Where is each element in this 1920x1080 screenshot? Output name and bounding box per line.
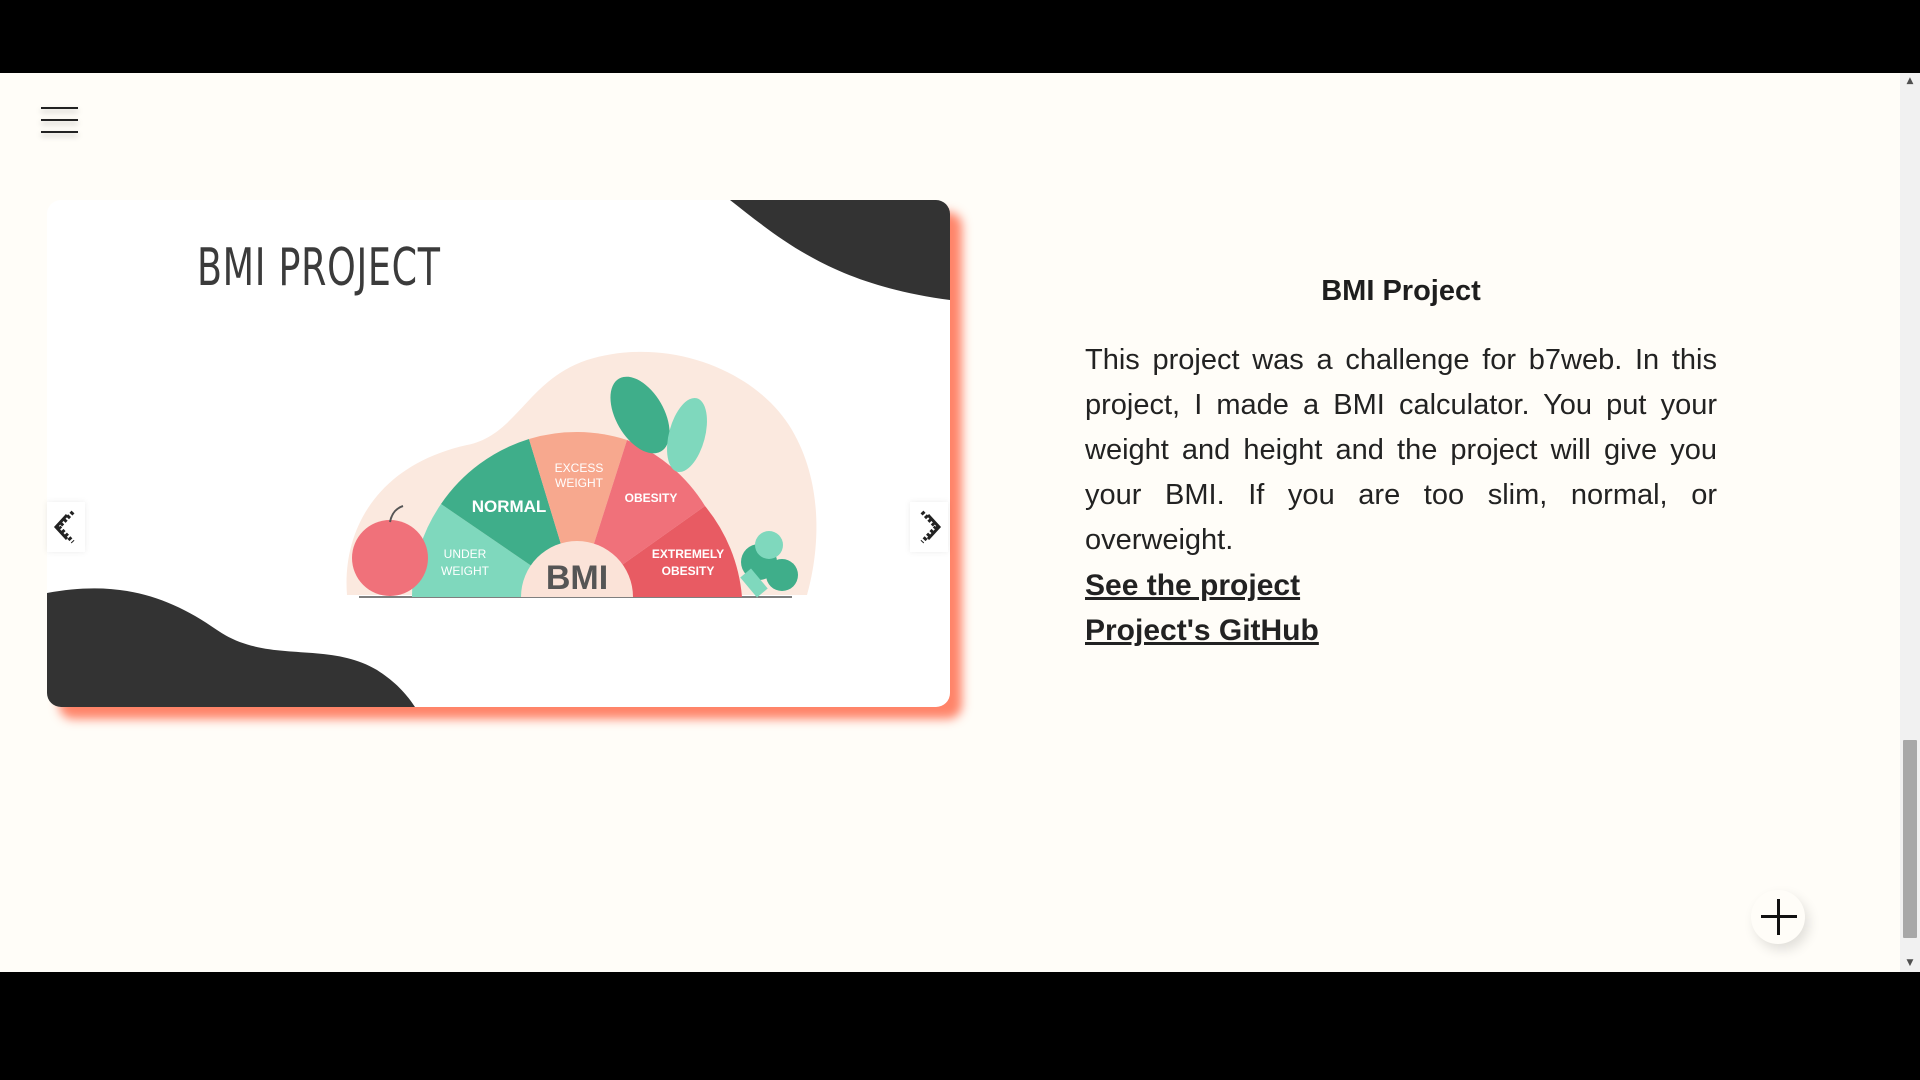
bottom-left-dark-shape [47,588,415,707]
slider-prev-button[interactable] [47,502,85,552]
chevron-left-icon [53,510,75,544]
label-excess-2: WEIGHT [555,476,604,490]
apple-shape [352,520,428,596]
label-extreme-1: EXTREMELY [652,547,724,561]
slider-next-button[interactable] [910,502,948,552]
project-description: This project was a challenge for b7web. … [1085,344,1717,556]
project-title: BMI Project [1321,275,1481,307]
chevron-right-icon [920,510,942,544]
label-normal: NORMAL [472,497,547,516]
project-slider: NORMAL EXCESS WEIGHT OBESITY UNDER WEIGH… [47,200,950,707]
see-project-link[interactable]: See the project [1085,563,1717,608]
scroll-down-icon[interactable]: ▼ [1900,955,1920,972]
label-obesity: OBESITY [625,491,678,505]
github-link[interactable]: Project's GitHub [1085,608,1717,653]
add-button[interactable] [1751,890,1805,944]
scroll-up-icon[interactable]: ▲ [1900,73,1920,90]
scrollbar-thumb[interactable] [1903,740,1917,938]
label-excess-1: EXCESS [555,461,604,475]
page-viewport: NORMAL EXCESS WEIGHT OBESITY UNDER WEIGH… [0,73,1900,972]
label-extreme-2: OBESITY [662,564,715,578]
label-bmi-center: BMI [546,559,608,597]
top-right-dark-shape [730,200,950,300]
slide-title: BMI PROJECT [197,238,441,298]
label-under-2: WEIGHT [441,564,490,578]
hamburger-menu-button[interactable] [38,98,82,142]
vertical-scrollbar[interactable]: ▲ ▼ [1900,73,1920,972]
label-under-1: UNDER [444,547,487,561]
bmi-illustration: NORMAL EXCESS WEIGHT OBESITY UNDER WEIGH… [47,200,950,707]
project-details: BMI Project This project was a challenge… [1085,275,1717,653]
